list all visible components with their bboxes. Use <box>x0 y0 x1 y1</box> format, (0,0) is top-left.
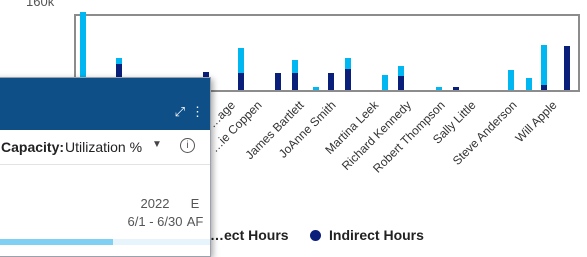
divider <box>0 164 210 165</box>
bar-direct-13[interactable] <box>508 70 514 90</box>
column-next-year: E <box>190 196 200 211</box>
bar-direct-11[interactable] <box>436 87 442 90</box>
bar-direct-14[interactable] <box>526 78 532 90</box>
column-next-range: AF <box>186 214 204 229</box>
column-year: 2022 <box>140 196 170 211</box>
bar-indirect-4[interactable] <box>275 73 281 90</box>
bar-direct-5[interactable] <box>292 60 298 73</box>
bar-indirect-16[interactable] <box>564 46 570 90</box>
bar-indirect-15[interactable] <box>541 85 547 90</box>
legend-direct-hours[interactable]: …ect Hours <box>210 227 289 243</box>
legend-indirect-label: Indirect Hours <box>329 227 424 243</box>
capacity-value[interactable]: Utilization % <box>65 139 142 155</box>
bar-direct-6[interactable] <box>313 87 319 90</box>
bar-indirect-7[interactable] <box>328 73 334 90</box>
bar-direct-15[interactable] <box>541 45 547 85</box>
more-options-icon[interactable]: ⋮ <box>191 104 204 120</box>
bar-indirect-5[interactable] <box>292 73 298 90</box>
capacity-selector[interactable]: Capacity: Utilization % ▼ i <box>0 136 210 158</box>
bar-indirect-3[interactable] <box>238 73 244 90</box>
info-icon[interactable]: i <box>180 138 195 153</box>
bar-indirect-10[interactable] <box>398 76 404 90</box>
bar-direct-3[interactable] <box>238 48 244 73</box>
bar-direct-10[interactable] <box>398 66 404 76</box>
capacity-label: Capacity: <box>1 139 65 155</box>
bar-direct-9[interactable] <box>382 75 388 90</box>
column-range: 6/1 - 6/30 <box>127 214 183 229</box>
capacity-popup-window: ⤢ ⋮ Capacity: Utilization % ▼ i 2022 6/1… <box>0 77 211 257</box>
bar-direct-8[interactable] <box>345 58 351 69</box>
legend-indirect-swatch-icon <box>310 229 321 241</box>
expand-icon[interactable]: ⤢ <box>175 104 185 120</box>
chevron-down-icon[interactable]: ▼ <box>152 139 162 150</box>
bar-direct-1[interactable] <box>116 58 122 64</box>
utilization-bar <box>0 239 210 245</box>
legend-indirect-hours[interactable]: Indirect Hours <box>310 227 424 243</box>
utilization-bar-fill <box>0 239 114 245</box>
popup-header: ⤢ ⋮ <box>0 78 210 130</box>
legend-direct-label: …ect Hours <box>210 227 289 243</box>
bar-indirect-8[interactable] <box>345 69 351 90</box>
bar-indirect-12[interactable] <box>453 87 459 90</box>
